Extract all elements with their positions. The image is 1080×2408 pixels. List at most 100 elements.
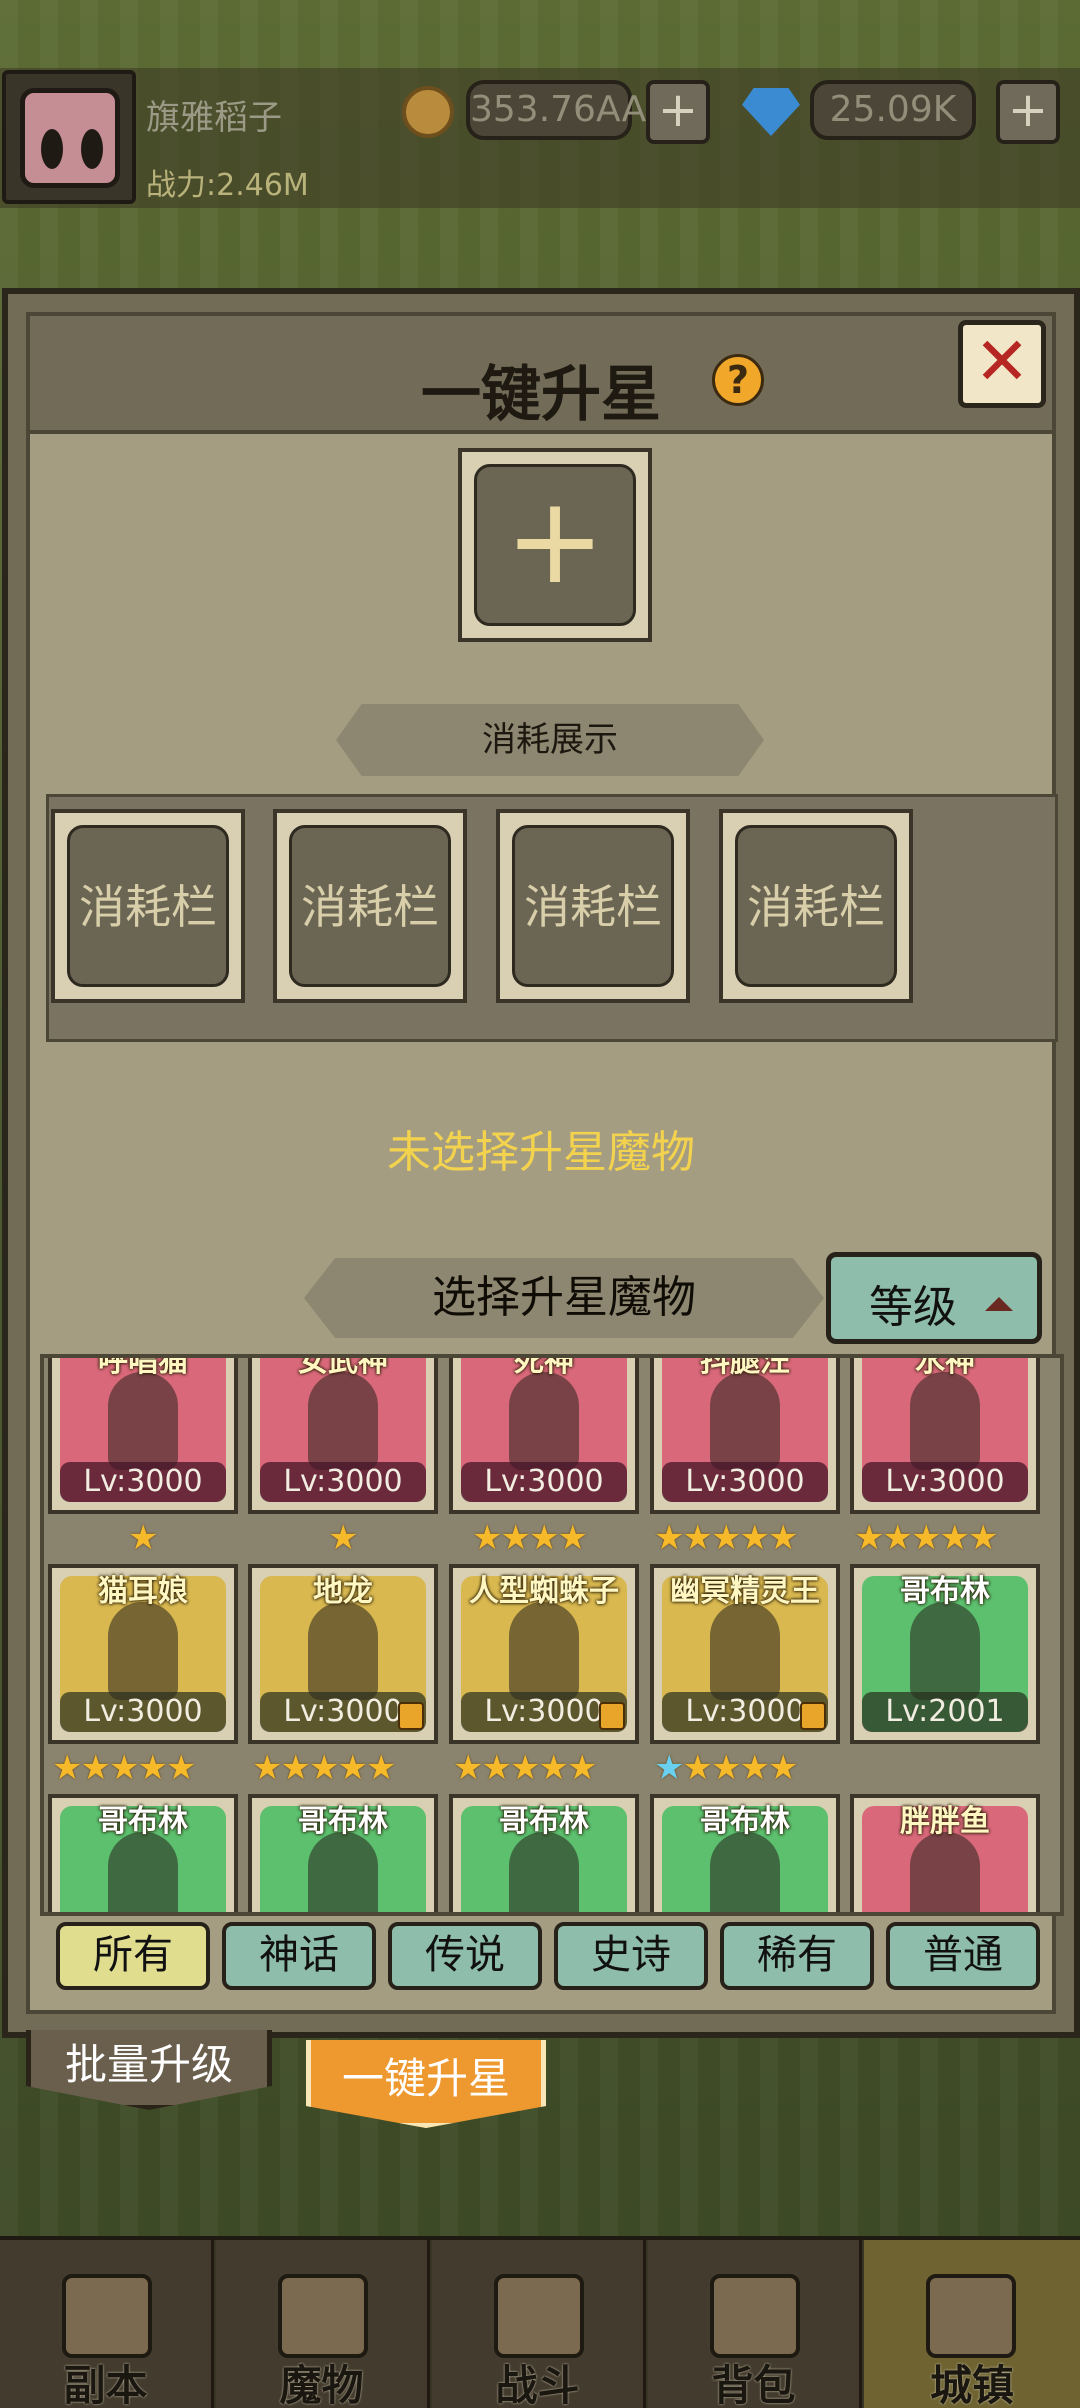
select-monster-title: 选择升星魔物: [304, 1258, 824, 1338]
nav-town[interactable]: 城镇: [864, 2240, 1080, 2408]
nav-monsters[interactable]: 魔物: [216, 2240, 430, 2408]
monster-card[interactable]: 呼唱猫 Lv:3000: [48, 1354, 238, 1514]
star-rating: ★★★★★: [654, 1518, 798, 1558]
monster-card[interactable]: 水神 Lv:3000: [850, 1354, 1040, 1514]
blue-star-icon: ★: [654, 1748, 685, 1788]
modal-title: 一键升星: [421, 360, 661, 430]
star-icon: ★: [939, 1518, 970, 1558]
tab-common[interactable]: 普通: [886, 1922, 1040, 1990]
star-icon: ★: [337, 1748, 368, 1788]
player-avatar[interactable]: [2, 70, 136, 204]
monster-name: 哥布林: [900, 1574, 990, 1609]
tab-rare[interactable]: 稀有: [720, 1922, 874, 1990]
consume-slot-label: 消耗栏: [512, 825, 674, 987]
sort-by-level-button[interactable]: 等级: [826, 1252, 1042, 1344]
consume-slot[interactable]: 消耗栏: [496, 809, 690, 1003]
star-icon: ★: [365, 1748, 397, 1788]
star-icon: ★: [739, 1748, 770, 1788]
star-rating: ★★★★★: [854, 1518, 998, 1558]
monster-card[interactable]: 胖胖鱼: [850, 1794, 1040, 1912]
help-icon[interactable]: ?: [712, 354, 764, 406]
monster-name: 水神: [915, 1354, 975, 1379]
backpack-icon: [710, 2274, 800, 2358]
star-rating: ★★★★★: [52, 1748, 196, 1788]
consume-area: 消耗栏 消耗栏 消耗栏 消耗栏: [46, 794, 1058, 1042]
monster-figure: [910, 1372, 980, 1470]
sort-label: 等级: [869, 1282, 957, 1333]
close-button[interactable]: ✕: [958, 320, 1046, 408]
monster-card[interactable]: 女武神 Lv:3000: [248, 1358, 438, 1514]
star-icon: ★: [910, 1518, 942, 1558]
monster-grid[interactable]: 呼唱猫 Lv:3000 ★ 女武神 Lv:3000 ★ 死神 Lv:3000 ★★★★ 抖腿汪 Lv…: [40, 1354, 1064, 1916]
monster-card[interactable]: 抖腿汪 Lv:3000: [650, 1358, 840, 1514]
star-icon: ★: [566, 1748, 598, 1788]
tab-epic[interactable]: 史诗: [554, 1922, 708, 1990]
star-icon: ★: [252, 1748, 283, 1788]
avatar-face: [20, 88, 120, 188]
star-icon: ★: [710, 1518, 742, 1558]
star-icon: ★: [682, 1748, 713, 1788]
avatar-eye-right: [81, 129, 103, 169]
star-icon: ★: [538, 1748, 569, 1788]
monster-name: 哥布林: [98, 1804, 188, 1839]
monster-name: 呼唱猫: [98, 1354, 188, 1379]
consume-slot[interactable]: 消耗栏: [719, 809, 913, 1003]
monster-card[interactable]: 死神 Lv:3000: [449, 1358, 639, 1514]
rarity-filter-tabs: 所有 神话 传说 史诗 稀有 普通: [56, 1922, 1066, 1994]
monster-card[interactable]: 哥布林: [650, 1794, 840, 1912]
monster-card[interactable]: 幽冥精灵王 Lv:3000: [650, 1564, 840, 1744]
star-icon: ★: [472, 1518, 503, 1558]
nav-backpack[interactable]: 背包: [648, 2240, 862, 2408]
nav-battle[interactable]: 战斗: [432, 2240, 646, 2408]
star-rating: ★★★★: [472, 1518, 588, 1558]
tab-legendary[interactable]: 传说: [388, 1922, 542, 1990]
monster-card[interactable]: 哥布林: [48, 1794, 238, 1912]
monster-figure: [710, 1602, 780, 1700]
helmet-icon: [278, 2274, 368, 2358]
target-monster-slot[interactable]: +: [458, 448, 652, 642]
monster-name: 猫耳娘: [98, 1574, 188, 1609]
monster-level: Lv:3000: [60, 1462, 226, 1502]
player-name: 旗雅稻子: [146, 98, 282, 138]
coin-count: 353.76AA: [466, 80, 646, 140]
monster-card[interactable]: 哥布林 Lv:2001: [850, 1564, 1040, 1744]
monster-figure: [509, 1832, 579, 1912]
monster-card[interactable]: 猫耳娘 Lv:3000: [48, 1564, 238, 1744]
nav-label: 背包: [711, 2361, 796, 2408]
monster-level: Lv:3000: [461, 1462, 627, 1502]
monster-level: Lv:3000: [60, 1692, 226, 1732]
star-icon: ★: [137, 1748, 168, 1788]
star-icon: ★: [52, 1748, 83, 1788]
add-coins-button[interactable]: +: [646, 80, 710, 144]
monster-name: 哥布林: [499, 1804, 589, 1839]
monster-figure: [710, 1372, 780, 1470]
star-icon: ★: [308, 1748, 340, 1788]
star-icon: ★: [682, 1518, 713, 1558]
star-icon: ★: [80, 1748, 111, 1788]
one-key-star-up-modal: 一键升星 ? ✕ + 消耗展示 消耗栏 消耗栏 消耗栏 消耗栏 未选择升星魔物 …: [2, 288, 1080, 2038]
monster-card[interactable]: 地龙 Lv:3000: [248, 1564, 438, 1744]
monster-card[interactable]: 哥布林: [449, 1794, 639, 1912]
star-icon: ★: [128, 1518, 159, 1558]
monster-figure: [108, 1602, 178, 1700]
empty-selection-notice: 未选择升星魔物: [387, 1127, 695, 1178]
add-gems-button[interactable]: +: [996, 80, 1060, 144]
consume-slot[interactable]: 消耗栏: [273, 809, 467, 1003]
nav-dungeon[interactable]: 副本: [0, 2240, 214, 2408]
monster-figure: [108, 1832, 178, 1912]
monster-level: Lv:3000: [862, 1462, 1028, 1502]
monster-card[interactable]: 人型蜘蛛子 Lv:3000: [449, 1564, 639, 1744]
nav-label: 战斗: [495, 2361, 580, 2408]
star-icon: ★: [481, 1748, 512, 1788]
consume-slot-label: 消耗栏: [735, 825, 897, 987]
monster-figure: [509, 1372, 579, 1470]
star-icon: ★: [854, 1518, 885, 1558]
avatar-eye-left: [41, 129, 63, 169]
star-rating: ★: [128, 1518, 159, 1558]
nav-label: 副本: [63, 2361, 148, 2408]
monster-level: Lv:3000: [260, 1462, 426, 1502]
consume-slot[interactable]: 消耗栏: [51, 809, 245, 1003]
tab-mythic[interactable]: 神话: [222, 1922, 376, 1990]
tab-all[interactable]: 所有: [56, 1922, 210, 1990]
monster-card[interactable]: 哥布林: [248, 1794, 438, 1912]
